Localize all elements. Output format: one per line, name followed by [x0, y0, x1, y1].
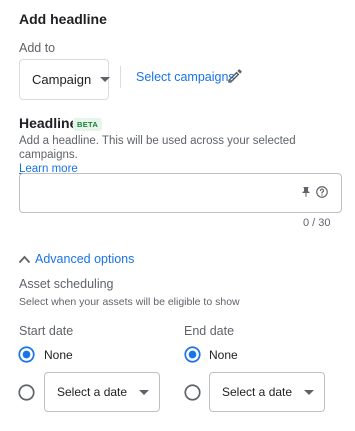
start-date-select-value: Select a date [57, 385, 128, 399]
character-counter: 0 / 30 [303, 217, 331, 229]
chevron-up-icon [18, 255, 31, 263]
headline-input[interactable] [19, 173, 342, 213]
end-date-select-value: Select a date [222, 385, 293, 399]
start-date-label: Start date [19, 324, 74, 338]
headline-helper-text: Add a headline. This will be used across… [19, 135, 296, 161]
pencil-icon[interactable] [226, 67, 244, 85]
vertical-divider [120, 66, 121, 88]
headline-label: Headline [19, 115, 78, 131]
help-circle-icon[interactable] [315, 185, 329, 199]
add-to-label: Add to [19, 41, 56, 55]
end-date-none-label: None [209, 348, 238, 362]
caret-down-icon [100, 77, 111, 82]
add-to-dropdown[interactable]: Campaign [19, 59, 111, 100]
end-date-none-radio[interactable] [184, 346, 201, 363]
end-date-select[interactable]: Select a date [209, 372, 325, 412]
advanced-options-toggle[interactable]: Advanced options [18, 251, 134, 267]
caret-down-icon [304, 389, 314, 395]
asset-scheduling-title: Asset scheduling [19, 277, 114, 291]
select-campaigns-link[interactable]: Select campaigns [136, 70, 235, 84]
advanced-options-label: Advanced options [35, 252, 135, 266]
start-date-none-radio[interactable] [18, 346, 35, 363]
start-date-none-label: None [44, 348, 73, 362]
end-date-label: End date [184, 324, 235, 338]
headline-helper: Add a headline. This will be used across… [19, 134, 344, 176]
start-date-select[interactable]: Select a date [44, 372, 160, 412]
end-date-custom-radio[interactable] [184, 384, 201, 401]
panel-title: Add headline [19, 11, 107, 27]
add-to-dropdown-value: Campaign [32, 72, 92, 87]
beta-badge: BETA [73, 118, 103, 131]
asset-scheduling-subtitle: Select when your assets will be eligible… [19, 296, 240, 308]
start-date-custom-radio[interactable] [18, 384, 35, 401]
pin-icon[interactable] [300, 185, 312, 199]
caret-down-icon [139, 389, 149, 395]
